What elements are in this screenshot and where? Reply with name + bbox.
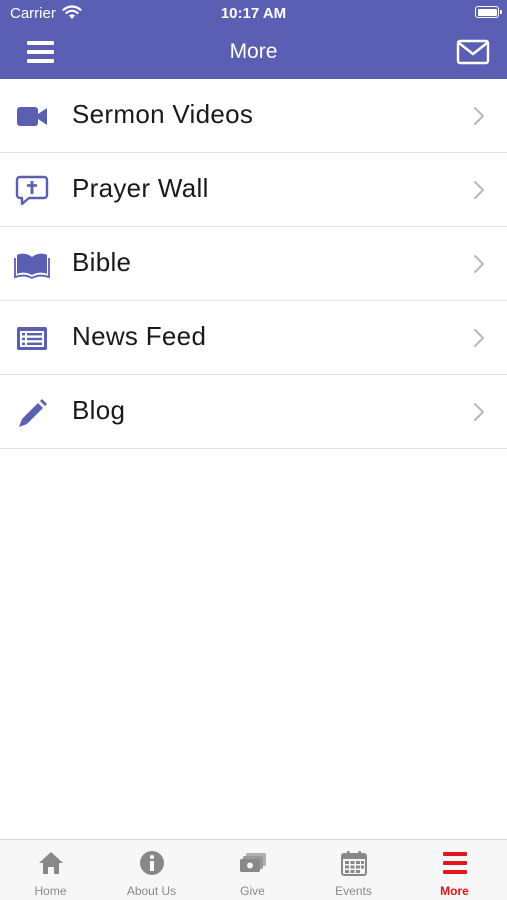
open-book-icon xyxy=(14,253,50,280)
chevron-right-icon xyxy=(474,329,484,347)
menu-item-label: Sermon Videos xyxy=(72,99,254,129)
mail-icon[interactable] xyxy=(453,32,493,72)
tab-home[interactable]: Home xyxy=(0,840,101,900)
tab-events[interactable]: Events xyxy=(303,840,404,900)
menu-item-blog[interactable]: Blog xyxy=(0,375,507,449)
info-icon xyxy=(139,851,164,875)
pencil-icon xyxy=(19,399,47,427)
clock: 10:17 AM xyxy=(220,5,287,22)
tab-label: Give xyxy=(240,884,265,898)
menu-item-bible[interactable]: Bible xyxy=(0,227,507,301)
status-bar: Carrier 10:17 AM xyxy=(0,0,507,26)
news-list-icon xyxy=(17,327,47,350)
tab-about-us[interactable]: About Us xyxy=(101,840,202,900)
menu-item-news-feed[interactable]: News Feed xyxy=(0,301,507,375)
page-title: More xyxy=(229,40,278,63)
tab-bar: Home About Us Give Events More xyxy=(0,839,507,900)
menu-item-prayer-wall[interactable]: Prayer Wall xyxy=(0,153,507,227)
more-menu-list: Sermon Videos Prayer Wall Bible News Fee… xyxy=(0,79,507,449)
chevron-right-icon xyxy=(474,181,484,199)
menu-item-label: Prayer Wall xyxy=(72,173,209,203)
app-header: Carrier 10:17 AM More xyxy=(0,0,507,79)
tab-label: Events xyxy=(335,884,372,898)
chevron-right-icon xyxy=(474,255,484,273)
tab-give[interactable]: Give xyxy=(202,840,303,900)
calendar-icon xyxy=(340,851,367,876)
tab-label: About Us xyxy=(126,884,177,898)
menu-item-label: News Feed xyxy=(72,321,207,351)
video-camera-icon xyxy=(17,107,47,126)
tab-label: Home xyxy=(34,884,67,898)
battery-icon xyxy=(475,6,502,18)
home-icon xyxy=(38,852,63,874)
menu-item-sermon-videos[interactable]: Sermon Videos xyxy=(0,79,507,153)
tab-label: More xyxy=(440,884,469,898)
chevron-right-icon xyxy=(474,403,484,421)
hamburger-icon xyxy=(442,852,467,874)
tab-more[interactable]: More xyxy=(404,840,505,900)
prayer-bubble-icon xyxy=(15,175,49,206)
menu-item-label: Bible xyxy=(72,247,132,277)
money-icon xyxy=(239,853,266,872)
menu-item-label: Blog xyxy=(72,395,126,425)
nav-bar: More xyxy=(0,26,507,79)
chevron-right-icon xyxy=(474,107,484,125)
